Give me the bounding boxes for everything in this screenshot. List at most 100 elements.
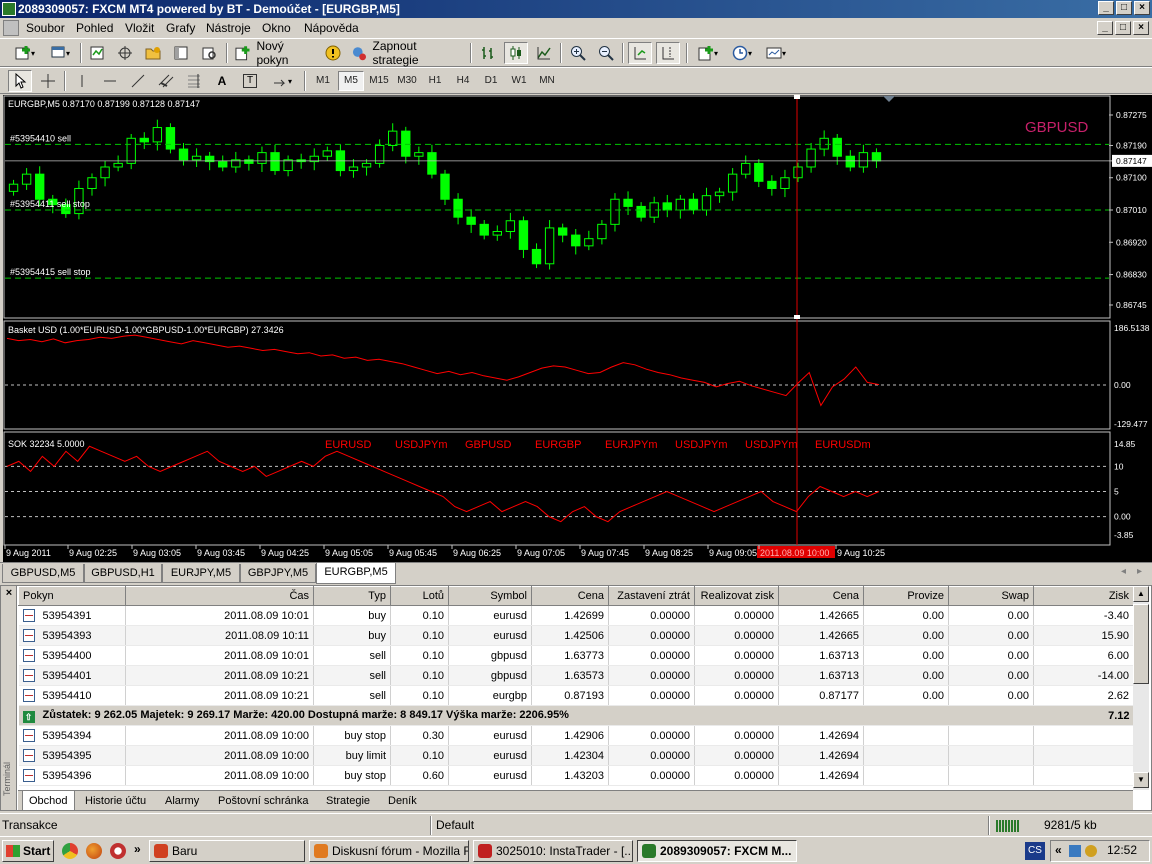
table-row[interactable]: 53954391 2011.08.09 10:01 buy 0.10 eurusd 1.4… [18,605,1134,626]
start-button[interactable]: Start [2,840,54,862]
zoom-out-button[interactable] [594,42,618,64]
terminal-close-button[interactable]: × [3,588,15,600]
chart-window-icon[interactable] [3,20,19,36]
chart-shift-marker[interactable] [883,96,895,102]
channel-button[interactable] [154,70,178,92]
timeframe-h4[interactable]: H4 [450,71,476,91]
maximize-button[interactable]: □ [1116,1,1132,15]
auto-scroll-button[interactable] [628,42,652,64]
auto-trading-button[interactable]: Zapnout strategie [348,39,464,67]
navigator-button[interactable] [142,42,164,64]
col-provize[interactable]: Provize [863,586,949,606]
timeframe-m30[interactable]: M30 [394,71,420,91]
bar-chart-button[interactable] [476,42,500,64]
chart-canvas[interactable]: #53954410 sell #53954411 sell stop #539544… [3,95,1152,562]
security-icon[interactable] [1085,845,1097,857]
menu-grafy[interactable]: Grafy [166,21,195,35]
horizontal-line-button[interactable] [98,70,122,92]
status-profile[interactable]: Default [434,817,554,834]
col-pokyn[interactable]: Pokyn [18,586,126,606]
new-chart-button[interactable]: ▾ [8,42,42,64]
terminal-tab-alarmy[interactable]: Alarmy [165,793,199,809]
minimize-button[interactable]: _ [1098,1,1114,15]
mdi-close-button[interactable]: × [1133,21,1149,35]
zoom-in-button[interactable] [566,42,590,64]
tabs-scroll-left-icon[interactable]: ◂ [1121,566,1126,577]
col-stop-loss[interactable]: Zastavení ztrát [608,586,695,606]
scroll-down-button[interactable]: ▼ [1133,772,1149,788]
col-typ[interactable]: Typ [313,586,391,606]
table-row[interactable]: 53954394 2011.08.09 10:00 buy stop 0.30 euru… [18,725,1134,746]
close-button[interactable]: × [1134,1,1150,15]
terminal-vertical-scrollbar[interactable]: ▲ ▼ [1133,586,1149,790]
chart-tab-gbpusd-h1[interactable]: GBPUSD,H1 [84,564,162,583]
table-row[interactable]: 53954410 2011.08.09 10:21 sell 0.10 eurgbp 0.… [18,685,1134,706]
strategy-tester-button[interactable] [198,42,220,64]
scroll-up-button[interactable]: ▲ [1133,586,1149,602]
market-watch-button[interactable] [86,42,108,64]
col-swap[interactable]: Swap [948,586,1034,606]
candlestick-button[interactable] [504,42,528,64]
terminal-tab-obchod[interactable]: Obchod [22,791,75,811]
table-row[interactable]: 53954400 2011.08.09 10:01 sell 0.10 gbpusd 1.… [18,645,1134,666]
col-zisk[interactable]: Zisk [1033,586,1134,606]
label-tool-button[interactable]: T [238,70,262,92]
vertical-line-button[interactable] [70,70,94,92]
text-tool-button[interactable]: A [210,70,234,92]
firefox-icon[interactable] [86,843,102,859]
menu-nastroje[interactable]: Nástroje [206,21,251,35]
chart-tab-gbpjpy-m5[interactable]: GBPJPY,M5 [240,564,316,583]
mdi-minimize-button[interactable]: _ [1097,21,1113,35]
menu-pohled[interactable]: Pohled [76,21,113,35]
timeframe-h1[interactable]: H1 [422,71,448,91]
chart-tab-gbpusd-m5[interactable]: GBPUSD,M5 [2,564,84,583]
menu-soubor[interactable]: Soubor [26,21,65,35]
timeframe-w1[interactable]: W1 [506,71,532,91]
task-fxcm[interactable]: 2089309057: FXCM M... [637,840,797,862]
task-instatrader[interactable]: 3025010: InstaTrader - [... [473,840,633,862]
chart-shift-button[interactable] [656,42,680,64]
opera-icon[interactable] [110,843,126,859]
profiles-button[interactable]: ▾ [44,42,76,64]
col-cena-current[interactable]: Cena [778,586,864,606]
metaeditor-button[interactable] [322,42,344,64]
terminal-tab-strategie[interactable]: Strategie [326,793,370,809]
mdi-restore-button[interactable]: □ [1115,21,1131,35]
table-row[interactable]: 53954395 2011.08.09 10:00 buy limit 0.10 eur… [18,745,1134,766]
line-chart-button[interactable] [532,42,556,64]
table-row[interactable]: 53954401 2011.08.09 10:21 sell 0.10 gbpusd 1.… [18,665,1134,686]
menu-okno[interactable]: Okno [262,21,291,35]
tray-expand-icon[interactable]: « [1055,843,1062,857]
quicklaunch-more[interactable]: » [134,842,141,856]
timeframe-mn[interactable]: MN [534,71,560,91]
terminal-tab-denik[interactable]: Deník [388,793,417,809]
chart-tab-eurgbp-m5[interactable]: EURGBP,M5 [316,563,396,584]
menu-napoveda[interactable]: Nápověda [304,21,359,35]
table-row[interactable]: 53954393 2011.08.09 10:11 buy 0.10 eurusd 1.4… [18,625,1134,646]
timeframe-m5[interactable]: M5 [338,71,364,91]
data-window-button[interactable] [114,42,136,64]
terminal-tab-historie[interactable]: Historie účtu [85,793,146,809]
timeframe-m15[interactable]: M15 [366,71,392,91]
table-row[interactable]: 53954396 2011.08.09 10:00 buy stop 0.60 euru… [18,765,1134,786]
scroll-marker[interactable] [794,315,800,319]
menu-vlozit[interactable]: Vložit [125,21,154,35]
task-baru[interactable]: Baru [149,840,305,862]
trendline-button[interactable] [126,70,150,92]
task-firefox[interactable]: Diskusní fórum - Mozilla F... [309,840,469,862]
chrome-icon[interactable] [62,843,78,859]
terminal-button[interactable] [170,42,192,64]
col-lotu[interactable]: Lotů [390,586,449,606]
chart-window[interactable]: #53954410 sell #53954411 sell stop #539544… [3,95,1152,562]
fibonacci-button[interactable] [182,70,206,92]
new-order-button[interactable]: Nový pokyn [232,39,318,67]
cursor-tool-button[interactable] [8,70,32,92]
templates-button[interactable]: ▾ [760,42,792,64]
col-cena-open[interactable]: Cena [531,586,609,606]
indicators-button[interactable]: ▾ [692,42,724,64]
tabs-scroll-right-icon[interactable]: ▸ [1137,566,1142,577]
col-cas[interactable]: Čas [125,586,314,606]
scroll-thumb[interactable] [1133,604,1149,684]
timeframe-d1[interactable]: D1 [478,71,504,91]
network-icon[interactable] [1069,845,1081,857]
